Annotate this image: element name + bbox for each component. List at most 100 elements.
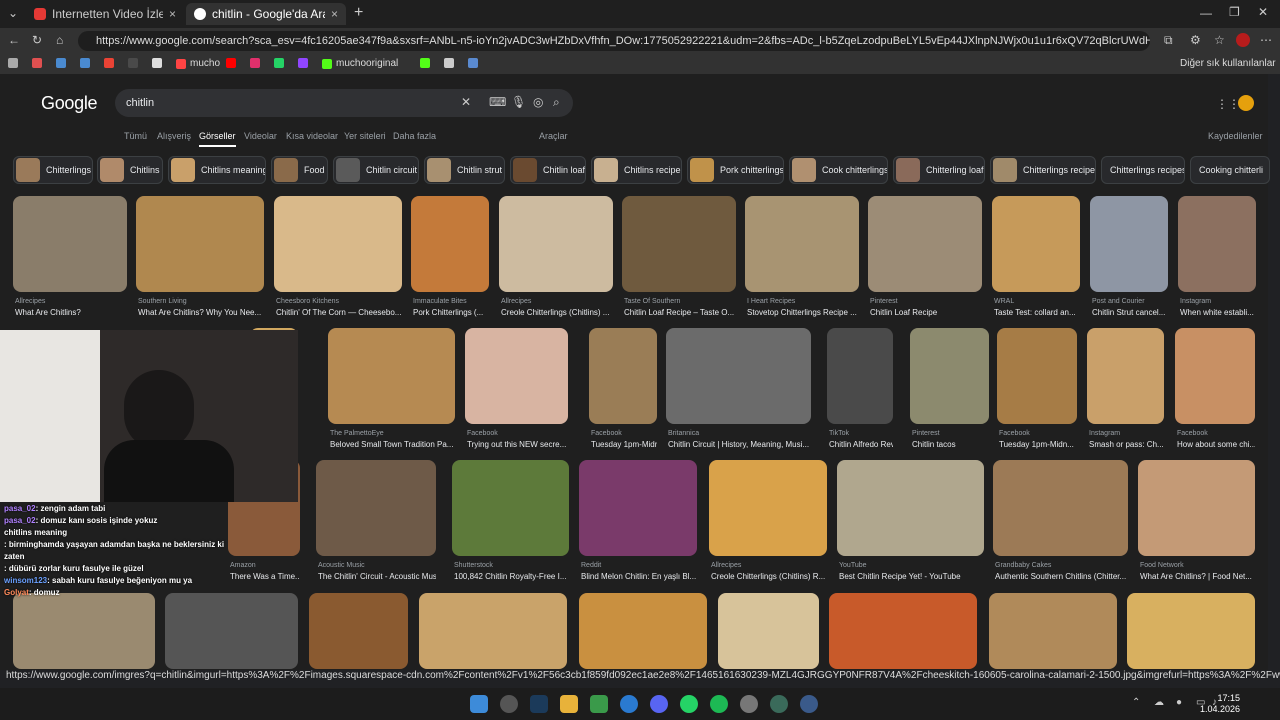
app2-icon[interactable]: [800, 695, 818, 713]
mic-icon[interactable]: 🎙: [511, 95, 526, 109]
image-result[interactable]: Reddit Blind Melon Chitlin: En yaşlı Bl..…: [579, 460, 697, 586]
tab-video[interactable]: Internetten Video İzleyerek Yemek ×: [26, 3, 184, 25]
spotify-icon[interactable]: [710, 695, 728, 713]
bookmark-item[interactable]: [152, 58, 166, 68]
result-image[interactable]: [1175, 328, 1255, 424]
result-image[interactable]: [165, 593, 298, 669]
result-image[interactable]: [309, 593, 408, 669]
extensions-icon[interactable]: ⧉: [1164, 33, 1173, 48]
chip-cook-chitterlings[interactable]: Cook chitterlings: [789, 156, 888, 184]
image-result[interactable]: Britannica Chitlin Circuit | History, Mea…: [666, 328, 811, 454]
google-logo[interactable]: Google: [41, 93, 98, 114]
close-icon[interactable]: ×: [331, 7, 338, 21]
image-result[interactable]: Pinterest Chitlin Loaf Recipe: [868, 196, 982, 322]
image-result[interactable]: Taste Of Southern Chitlin Loaf Recipe – T…: [622, 196, 736, 322]
settings-icon[interactable]: ⚙: [1190, 33, 1201, 47]
close-window-icon[interactable]: ✕: [1258, 5, 1268, 19]
favorites-icon[interactable]: ☆: [1214, 33, 1225, 47]
image-result[interactable]: Facebook How about some chi...: [1175, 328, 1255, 454]
bookmark-item[interactable]: [444, 58, 458, 68]
image-result[interactable]: WRAL Taste Test: collard an...: [992, 196, 1080, 322]
steam-icon[interactable]: [530, 695, 548, 713]
bookmark-item[interactable]: [226, 58, 240, 68]
result-image[interactable]: [989, 593, 1117, 669]
image-result[interactable]: I Heart Recipes Stovetop Chitterlings Rec…: [745, 196, 859, 322]
result-image[interactable]: [316, 460, 436, 556]
image-result[interactable]: Cheesboro Kitchens Chitlin' Of The Corn —…: [274, 196, 402, 322]
result-image[interactable]: [274, 196, 402, 292]
back-icon[interactable]: ←: [8, 33, 20, 47]
bookmark-item[interactable]: [274, 58, 288, 68]
folder-icon[interactable]: [560, 695, 578, 713]
chip-chitterlings[interactable]: Chitterlings: [13, 156, 93, 184]
image-result[interactable]: Facebook Tuesday 1pm-Midn...: [997, 328, 1077, 454]
result-image[interactable]: [745, 196, 859, 292]
bookmark-item[interactable]: [32, 58, 46, 68]
image-result[interactable]: Allrecipes Creole Chitterlings (Chitlins)…: [499, 196, 613, 322]
nav-tab[interactable]: Kısa videolar: [286, 131, 338, 141]
maximize-icon[interactable]: ❐: [1229, 5, 1240, 19]
nav-tab[interactable]: Görseller: [199, 131, 236, 147]
result-image[interactable]: [709, 460, 827, 556]
chevron-up-icon[interactable]: ⌃: [1132, 697, 1140, 708]
result-image[interactable]: [1138, 460, 1255, 556]
discord-icon[interactable]: [650, 695, 668, 713]
clock[interactable]: 17:15 1.04.2026: [1200, 693, 1240, 715]
image-result[interactable]: Allrecipes Creole Chitterlings (Chitlins)…: [709, 460, 827, 586]
image-result[interactable]: Post and Courier Chitlin Strut cancel...: [1090, 196, 1168, 322]
bookmark-item[interactable]: [420, 58, 434, 68]
reload-icon[interactable]: ↻: [32, 33, 42, 47]
minimize-icon[interactable]: —: [1200, 6, 1212, 20]
account-avatar[interactable]: [1238, 95, 1254, 111]
search-taskbar-icon[interactable]: [500, 695, 518, 713]
bookmark-item[interactable]: [298, 58, 312, 68]
result-image[interactable]: [993, 460, 1128, 556]
keyboard-icon[interactable]: ⌨: [489, 95, 506, 109]
tab-list-icon[interactable]: ⌄: [8, 6, 18, 20]
image-result[interactable]: Facebook Trying out this NEW secre...: [465, 328, 568, 454]
image-result[interactable]: Food Network What Are Chitlins? | Food Ne…: [1138, 460, 1255, 586]
bookmark-item[interactable]: [56, 58, 70, 68]
chip-chitterlings-recipe[interactable]: Chitterlings recipe: [990, 156, 1096, 184]
edge-icon[interactable]: [620, 695, 638, 713]
app-icon[interactable]: [770, 695, 788, 713]
result-image[interactable]: [837, 460, 984, 556]
result-image[interactable]: [328, 328, 455, 424]
chip-chitlin-circuit[interactable]: Chitlin circuit: [333, 156, 419, 184]
result-image[interactable]: [419, 593, 567, 669]
result-image[interactable]: [589, 328, 657, 424]
image-result[interactable]: TikTok Chitlin Alfredo Revi...: [827, 328, 893, 454]
bookmark-item[interactable]: [250, 58, 264, 68]
result-image[interactable]: [622, 196, 736, 292]
tools-button[interactable]: Araçlar: [539, 131, 568, 141]
bookmark-item[interactable]: [8, 58, 22, 68]
whatsapp-icon[interactable]: [680, 695, 698, 713]
search-icon[interactable]: ⌕: [553, 95, 560, 110]
chip-cooking-chitterli[interactable]: Cooking chitterli: [1190, 156, 1270, 184]
nav-tab[interactable]: Videolar: [244, 131, 277, 141]
search-input[interactable]: chitlin: [126, 97, 154, 109]
start-icon[interactable]: [470, 695, 488, 713]
result-image[interactable]: [136, 196, 264, 292]
chip-pork-chitterlings[interactable]: Pork chitterlings: [687, 156, 784, 184]
store-icon[interactable]: [590, 695, 608, 713]
result-image[interactable]: [1087, 328, 1164, 424]
bookmark-item[interactable]: [104, 58, 118, 68]
result-image[interactable]: [579, 460, 697, 556]
mic-tray-icon[interactable]: ●: [1176, 697, 1182, 708]
result-image[interactable]: [868, 196, 982, 292]
bookmark-item[interactable]: [468, 58, 482, 68]
result-image[interactable]: [1127, 593, 1255, 669]
result-image[interactable]: [666, 328, 811, 424]
chip-chitlin-loaf[interactable]: Chitlin loaf: [510, 156, 586, 184]
result-image[interactable]: [411, 196, 489, 292]
bookmark-item[interactable]: muchooriginal: [322, 58, 398, 69]
bookmark-item[interactable]: [80, 58, 94, 68]
result-image[interactable]: [718, 593, 819, 669]
result-image[interactable]: [910, 328, 989, 424]
image-result[interactable]: Southern Living What Are Chitlins? Why Yo…: [136, 196, 264, 322]
clear-icon[interactable]: ✕: [461, 95, 471, 109]
nav-tab[interactable]: Tümü: [124, 131, 147, 141]
image-result[interactable]: Acoustic Music The Chitlin' Circuit - Aco…: [316, 460, 436, 586]
result-image[interactable]: [992, 196, 1080, 292]
